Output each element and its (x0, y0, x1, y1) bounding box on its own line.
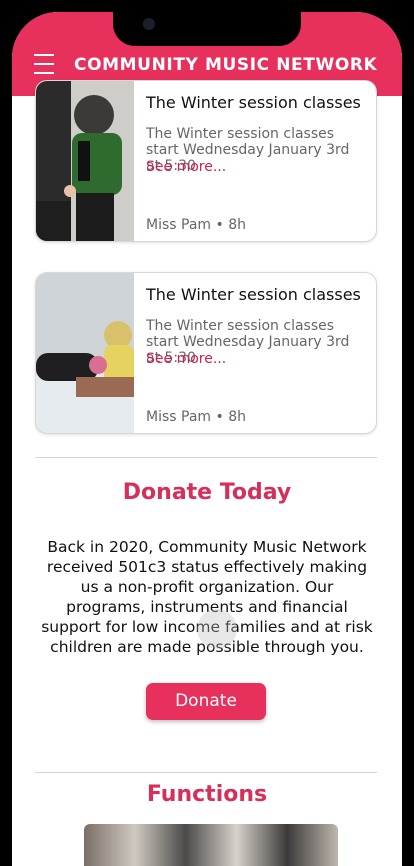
section-divider (35, 772, 377, 773)
functions-photo (84, 824, 338, 866)
phone-frame: COMMUNITY MUSIC NETWORK The Winter sessi… (0, 0, 414, 866)
card-image (36, 81, 134, 241)
see-more-link[interactable]: See more... (146, 351, 226, 367)
phone-notch (113, 12, 301, 46)
front-camera-icon (143, 18, 155, 30)
child-playing-piano-image (36, 81, 134, 241)
functions-heading: Functions (146, 782, 268, 807)
card-meta: Miss Pam • 8h (146, 217, 246, 233)
card-meta: Miss Pam • 8h (146, 409, 246, 425)
hamburger-menu-icon[interactable] (34, 54, 54, 76)
children-in-snow-image (36, 273, 134, 433)
app-title: COMMUNITY MUSIC NETWORK (74, 55, 378, 75)
app-screen: COMMUNITY MUSIC NETWORK The Winter sessi… (12, 12, 402, 866)
card-title: The Winter session classes (146, 285, 361, 304)
donate-button[interactable]: Donate (146, 683, 266, 720)
card-title: The Winter session classes (146, 93, 361, 112)
see-more-link[interactable]: See more... (146, 159, 226, 175)
donate-heading: Donate Today (122, 480, 292, 505)
news-card[interactable]: The Winter session classes The Winter se… (35, 272, 377, 434)
touch-indicator (197, 609, 237, 649)
news-card[interactable]: The Winter session classes The Winter se… (35, 80, 377, 242)
card-image (36, 273, 134, 433)
section-divider (35, 457, 377, 458)
